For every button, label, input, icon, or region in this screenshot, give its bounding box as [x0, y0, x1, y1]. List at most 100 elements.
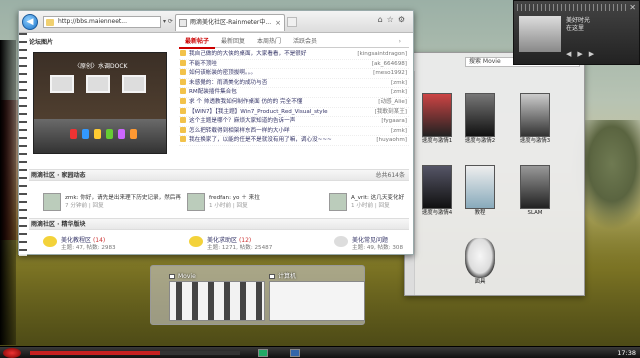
media-player-widget[interactable]: ✕ 美好时光 在这里 ◀▶▶ — [513, 0, 640, 65]
computer-window-preview[interactable]: 计算机 — [269, 272, 365, 324]
post-user[interactable]: [zmk] — [391, 127, 407, 137]
start-button[interactable] — [3, 348, 21, 358]
media-progress-bar[interactable] — [30, 351, 240, 355]
file-explorer-window[interactable]: 搜索 Movie 速度与激情1 速度与激情2 速度与激情3 速度与激情4 教程 … — [404, 52, 585, 296]
back-button[interactable]: ◀ — [22, 14, 38, 30]
list-item[interactable]: 求 个 帅透教我如何制作桌面 仿的的 完全不懂 [动感_Alie] — [179, 97, 409, 108]
post-title[interactable]: 我在换家了，以能的任是不是就没有用了嘛，调心没~~~ — [189, 137, 332, 143]
clock[interactable]: 17:38 — [617, 348, 636, 358]
taskbar-app-icon[interactable] — [290, 349, 300, 357]
next-icon[interactable]: ▶ — [589, 50, 600, 58]
browser-window[interactable]: ◀ http://bbs.maienneet... ▾ ⟳ ✕ 雨滴美化社区-R… — [18, 10, 414, 256]
taskbar-previews: Movie 计算机 — [150, 265, 365, 325]
list-item[interactable]: RM配装插件集合包 [zmk] — [179, 88, 409, 98]
list-item[interactable]: 这个主题是哪个？麻烦大家知道的告诉一声 [fygaara] — [179, 117, 409, 127]
category-item[interactable]: 美化常见问题 主题: 49, 帖数: 308 — [334, 234, 409, 254]
avatar[interactable] — [43, 193, 61, 211]
dock-icon — [106, 129, 113, 139]
picture-frame — [86, 75, 110, 93]
playback-controls[interactable]: ◀▶▶ — [566, 50, 600, 58]
post-user[interactable]: [zmk] — [391, 88, 407, 98]
post-user[interactable]: [huyaohm] — [376, 136, 407, 146]
dynamic-item[interactable]: zmk: 你好，请先是出来理下历史记录，然后再 7 分钟前 | 回复 — [43, 193, 181, 215]
home-icon[interactable]: ⌂ — [378, 15, 387, 24]
post-user[interactable]: [fygaara] — [381, 117, 407, 127]
post-title[interactable]: RM配装插件集合包 — [189, 89, 237, 95]
category-stats: 主题: 47, 帖数: 2983 — [61, 245, 116, 251]
post-title[interactable]: 未感覺的：雨滴美化的成功与否 — [189, 80, 267, 86]
star-icon[interactable]: ☆ — [387, 15, 398, 24]
address-bar[interactable]: http://bbs.maienneet... — [43, 16, 161, 28]
taskbar-app-icon[interactable] — [258, 349, 268, 357]
post-title[interactable]: 如何该帐装的密顶拔啊。。。 — [189, 70, 256, 76]
gallery-image[interactable]: 〈原创〉水调DOCK — [33, 52, 167, 154]
section-title: 雨滴社区 · 精华版块 — [31, 221, 86, 228]
tab-latest-replies[interactable]: 最新回复 — [215, 37, 251, 47]
tab-latest-posts[interactable]: 最新帖子 — [179, 37, 216, 49]
post-title[interactable]: 我自己做的的大侠的桌面，大家看看，不是很好 — [189, 51, 306, 57]
folder-item[interactable]: 面具 — [460, 238, 500, 300]
folder-item[interactable]: 速度与激情2 — [460, 93, 500, 155]
category-item[interactable]: 美化教程区 (14) 主题: 47, 帖数: 2983 — [43, 234, 168, 254]
section-title: 雨滴社区 · 家园动态 — [31, 172, 86, 179]
post-user[interactable]: [kingsaintdragon] — [357, 50, 407, 60]
mask-icon — [465, 238, 495, 278]
tab-close-icon[interactable]: × — [275, 15, 281, 31]
dynamic-meta[interactable]: 1 小时前 | 回复 — [209, 202, 260, 210]
section-title: 论坛图片 — [29, 39, 54, 46]
post-title[interactable]: 怎么把转载得到相架样东西一样的大小咩 — [189, 128, 290, 134]
post-title[interactable]: 求 个 帅透教我如何制作桌面 仿的的 完全不懂 — [189, 99, 302, 105]
list-item[interactable]: 未感覺的：雨滴美化的成功与否 [zmk] — [179, 78, 409, 89]
post-user[interactable]: [zmk] — [391, 79, 407, 89]
list-item[interactable]: 如何该帐装的密顶拔啊。。。 [meso1992] — [179, 69, 409, 79]
post-user[interactable]: [ak_664698] — [372, 60, 407, 70]
prev-icon[interactable]: ◀ — [566, 50, 577, 58]
play-icon[interactable]: ▶ — [577, 50, 588, 58]
dynamic-meta[interactable]: 1 小时前 | 回复 — [351, 202, 404, 210]
post-title[interactable]: 不能不顶哇 — [189, 61, 217, 67]
folder-item[interactable]: SLAM — [515, 165, 555, 227]
latest-posts-panel: 最新帖子 最新回复 本周热门 活跃会员 › 我自己做的的大侠的桌面，大家看看，不是很好… — [179, 37, 409, 155]
list-item[interactable]: 我在换家了，以能的任是不是就没有用了嘛，调心没~~~ [huyaohm] — [179, 136, 409, 146]
list-item[interactable]: 我自己做的的大侠的桌面，大家看看，不是很好 [kingsaintdragon] — [179, 50, 409, 60]
list-item[interactable]: 怎么把转载得到相架样东西一样的大小咩 [zmk] — [179, 126, 409, 137]
movie-cover-icon — [422, 165, 452, 209]
forum-images-panel: 论坛图片 〈原创〉水调DOCK — [29, 37, 174, 155]
avatar[interactable] — [329, 193, 347, 211]
picture-frame — [122, 75, 146, 93]
list-item[interactable]: 【WIN7】【我主题】Win7_Product_Red_Visual_style… — [179, 107, 409, 118]
dynamics-header: 雨滴社区 · 家园动态 总共614条 — [29, 169, 409, 181]
browser-tab[interactable]: 雨滴美化社区-Rainmeter中... × — [175, 14, 285, 31]
folder-item[interactable]: 教程 — [460, 165, 500, 227]
more-icon[interactable]: › — [393, 37, 407, 47]
toolbar-icons[interactable]: ⌂☆⚙ — [378, 15, 409, 24]
gear-icon[interactable]: ⚙ — [398, 15, 409, 24]
dynamic-meta[interactable]: 7 分钟前 | 回复 — [65, 202, 181, 210]
dynamic-item[interactable]: fredfan: yo ＋ 来拉 1 小时前 | 回复 — [187, 193, 307, 215]
tab-weekly-hot[interactable]: 本周热门 — [251, 37, 287, 47]
new-tab-button[interactable] — [287, 17, 297, 27]
post-user[interactable]: [动感_Alie] — [378, 98, 407, 108]
preview-title: Movie — [178, 273, 196, 280]
picture-frame — [50, 75, 74, 93]
folder-item[interactable]: 速度与激情3 — [515, 93, 555, 155]
movie-window-preview[interactable]: Movie — [169, 272, 265, 324]
category-item[interactable]: 美化求助区 (12) 主题: 1271, 帖数: 25487 — [189, 234, 314, 254]
dock-icon — [70, 129, 77, 139]
dynamic-text: fredfan: yo ＋ 来拉 — [209, 195, 260, 201]
tab-active-members[interactable]: 活跃会员 — [287, 37, 323, 47]
post-title[interactable]: 这个主题是哪个？麻烦大家知道的告诉一声 — [189, 118, 295, 124]
avatar[interactable] — [187, 193, 205, 211]
close-icon[interactable]: ✕ — [629, 3, 636, 12]
folder-label: 速度与激情1 — [421, 138, 453, 144]
folder-item[interactable]: 速度与激情1 — [417, 93, 457, 155]
post-user[interactable]: [我歌刻某王] — [375, 108, 407, 118]
category-icon — [43, 236, 57, 247]
dynamics-count[interactable]: 总共614条 — [376, 170, 405, 181]
post-user[interactable]: [meso1992] — [373, 69, 407, 79]
dynamic-item[interactable]: A_vrit: 这几天变化好 1 小时前 | 回复 — [329, 193, 405, 215]
list-item[interactable]: 不能不顶哇 [ak_664698] — [179, 59, 409, 70]
post-title[interactable]: 【WIN7】【我主题】Win7_Product_Red_Visual_style — [189, 109, 328, 115]
folder-item[interactable]: 速度与激情4 — [417, 165, 457, 227]
post-icon — [180, 59, 186, 66]
